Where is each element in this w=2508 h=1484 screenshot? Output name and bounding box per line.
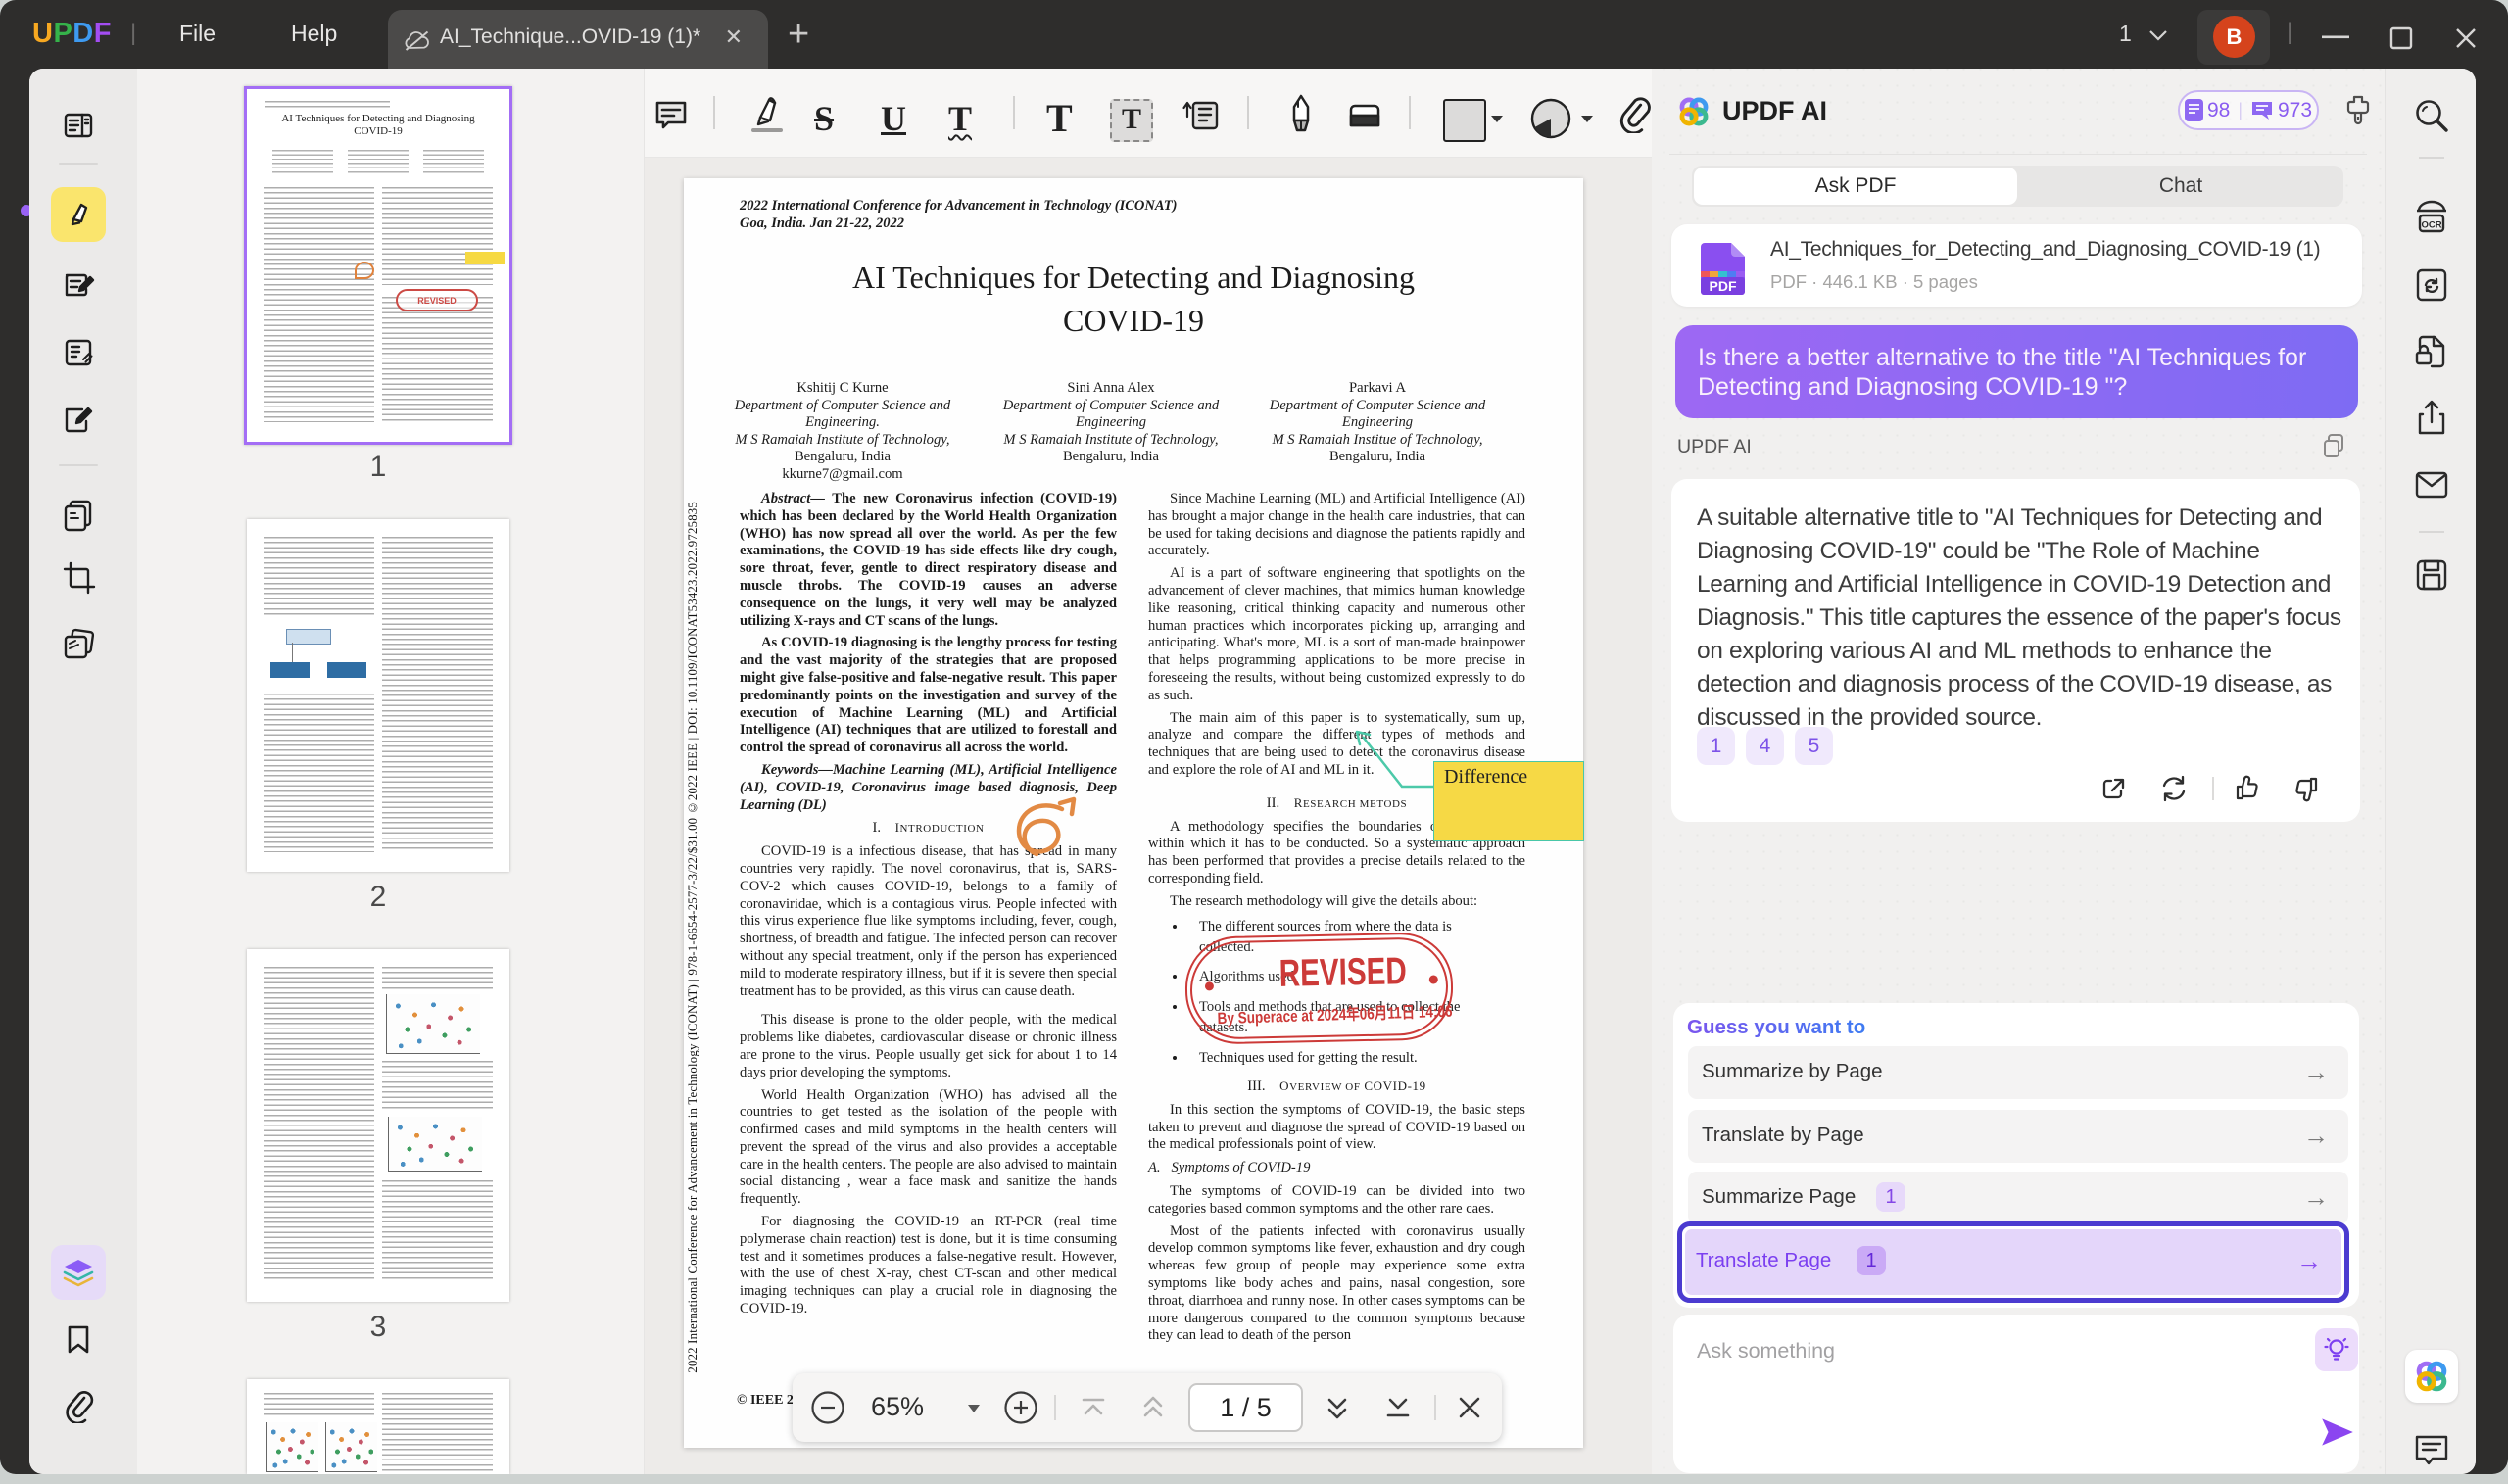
- svg-text:OCR: OCR: [2421, 220, 2441, 231]
- svg-text:PDF: PDF: [1710, 278, 1737, 294]
